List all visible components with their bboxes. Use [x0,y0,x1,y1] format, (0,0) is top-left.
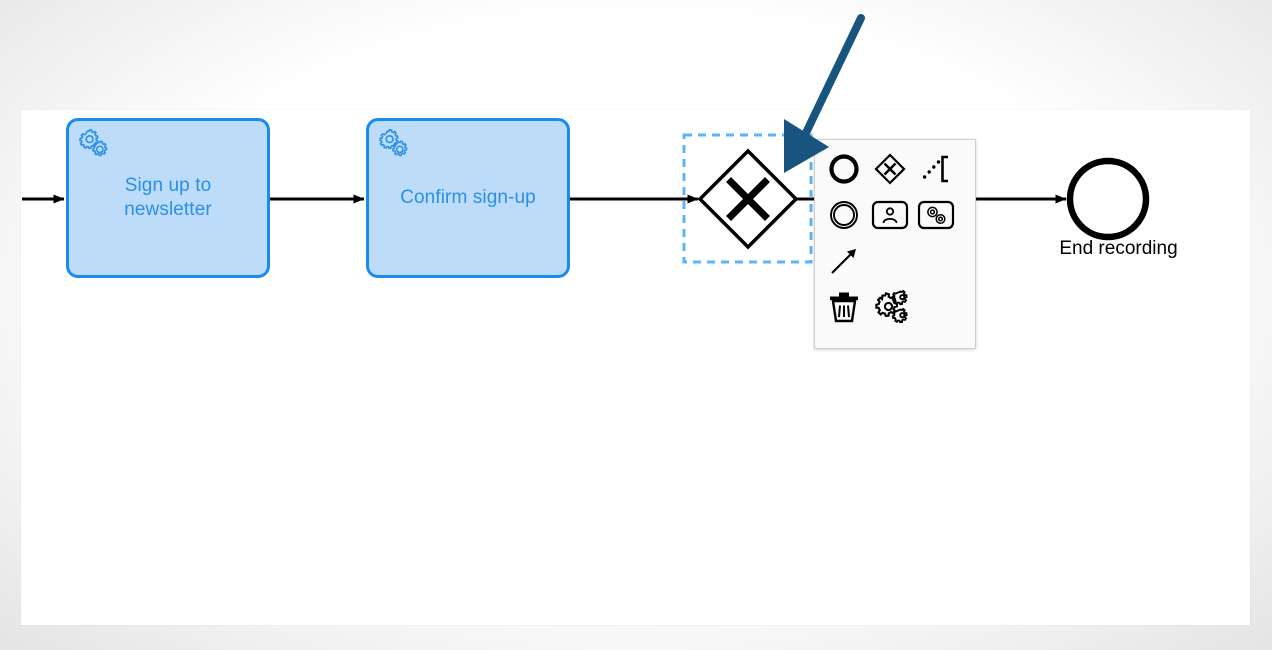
task-sign-up-to-newsletter[interactable]: Sign up to newsletter [66,118,270,278]
text-annotation-icon [919,152,953,186]
pad-append-user-task[interactable] [867,192,913,238]
pad-change-type[interactable] [867,284,913,330]
gateway-diamond-icon [873,152,907,186]
end-event-circle-icon [827,152,861,186]
pad-delete[interactable] [821,284,867,330]
end-event[interactable] [1066,157,1150,241]
bpmn-canvas[interactable]: Sign up to newsletter Confirm sign-up En… [21,110,1250,625]
diagram-svg-layer [22,133,1150,264]
user-task-icon [871,199,909,231]
pad-append-gateway[interactable] [867,146,913,192]
connect-arrow-icon [827,244,861,278]
task-confirm-sign-up[interactable]: Confirm sign-up [366,118,570,278]
pad-append-end-event[interactable] [821,146,867,192]
service-task-gears-icon [78,128,112,162]
service-task-icon [917,199,955,231]
service-task-gears-icon [378,128,412,162]
pad-append-service-task[interactable] [913,192,959,238]
exclusive-gateway[interactable] [697,148,799,250]
trash-icon [827,289,861,325]
context-pad[interactable] [814,139,976,349]
gears-settings-icon [870,289,910,325]
pad-append-text-annotation[interactable] [913,146,959,192]
task-label-confirm-sign-up: Confirm sign-up [400,187,536,209]
task-label-sign-up: Sign up to newsletter [124,175,212,220]
intermediate-event-circle-icon [827,198,861,232]
screenshot-root: Sign up to newsletter Confirm sign-up En… [0,0,1272,650]
end-event-label: End recording [1059,238,1178,259]
pad-append-intermediate-event[interactable] [821,192,867,238]
pad-connect[interactable] [821,238,867,284]
